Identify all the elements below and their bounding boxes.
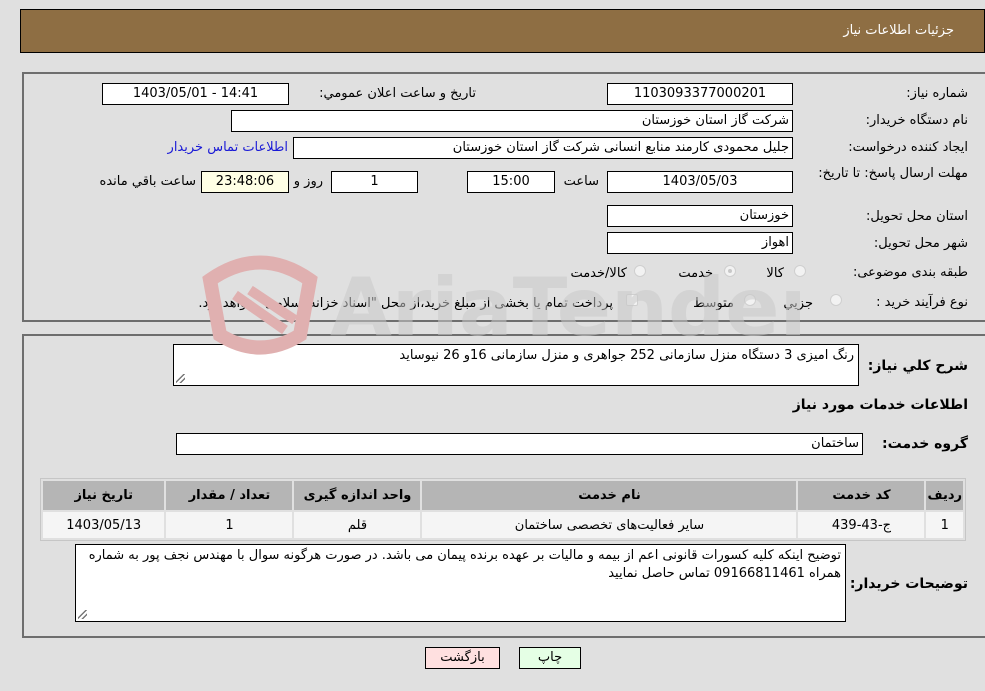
summary-textarea[interactable]: رنگ امیزی 3 دستگاه منزل سازمانی 252 جواه… bbox=[173, 344, 859, 386]
province-label: استان محل تحویل: bbox=[866, 209, 968, 224]
col-header-unit: واحد اندازه گیری bbox=[294, 481, 421, 510]
process-option-minor: جزيي bbox=[783, 296, 813, 311]
col-header-quantity: تعداد / مقدار bbox=[166, 481, 293, 510]
days-field[interactable]: 1 bbox=[331, 171, 418, 193]
service-group-field[interactable]: ساختمان bbox=[176, 433, 863, 455]
requester-field[interactable]: جلیل محمودی کارمند منابع انسانی شرکت گاز… bbox=[293, 137, 793, 159]
col-header-service-name: نام خدمت bbox=[422, 481, 797, 510]
city-label: شهر محل تحویل: bbox=[873, 236, 968, 251]
buyer-notes-textarea[interactable]: توضیح اینکه کلیه کسورات قانونی اعم از بی… bbox=[75, 544, 846, 622]
treasury-checkbox[interactable] bbox=[626, 294, 638, 306]
need-number-field[interactable]: 1103093377000201 bbox=[607, 83, 793, 105]
buyer-notes-label: توضیحات خریدار: bbox=[849, 576, 968, 592]
category-radio-service[interactable] bbox=[724, 265, 736, 277]
cell-quantity: 1 bbox=[166, 512, 293, 538]
deadline-time-field[interactable]: 15:00 bbox=[467, 171, 555, 193]
cell-service-name: سایر فعالیت‌های تخصصی ساختمان bbox=[422, 512, 797, 538]
services-table: ردیف کد خدمت نام خدمت واحد اندازه گیری ت… bbox=[40, 478, 966, 541]
announce-label: تاریخ و ساعت اعلان عمومي: bbox=[319, 86, 476, 101]
process-label: نوع فرآیند خرید : bbox=[876, 295, 968, 310]
print-button[interactable]: چاپ bbox=[519, 647, 581, 669]
category-option-goods: کالا bbox=[766, 266, 784, 281]
process-option-medium: متوسط bbox=[693, 296, 734, 311]
province-field[interactable]: خوزستان bbox=[607, 205, 793, 227]
category-radio-goods-service[interactable] bbox=[634, 265, 646, 277]
resize-grip-icon[interactable] bbox=[176, 374, 185, 383]
summary-label: شرح کلي نیاز: bbox=[867, 358, 968, 374]
category-label: طبقه بندی موضوعی: bbox=[852, 265, 968, 280]
deadline-label: مهلت ارسال پاسخ: تا تاریخ: bbox=[818, 166, 968, 181]
remaining-label: ساعت باقي مانده bbox=[99, 174, 196, 189]
cell-row-no: 1 bbox=[926, 512, 963, 538]
deadline-date-field[interactable]: 1403/05/03 bbox=[607, 171, 793, 193]
col-header-row-no: ردیف bbox=[926, 481, 963, 510]
cell-need-date: 1403/05/13 bbox=[43, 512, 165, 538]
buyer-org-field[interactable]: شرکت گاز استان خوزستان bbox=[231, 110, 793, 132]
announce-field[interactable]: 1403/05/01 - 14:41 bbox=[102, 83, 289, 105]
service-group-label: گروه خدمت: bbox=[882, 436, 968, 452]
col-header-need-date: تاریخ نیاز bbox=[43, 481, 165, 510]
category-option-goods-service: کالا/خدمت bbox=[570, 266, 627, 281]
page-title: جزئیات اطلاعات نیاز bbox=[843, 23, 954, 38]
treasury-note: پرداخت تمام یا بخشی از مبلغ خرید،از محل … bbox=[198, 296, 613, 311]
requester-label: ایجاد کننده درخواست: bbox=[848, 140, 968, 155]
process-radio-minor[interactable] bbox=[830, 294, 842, 306]
cell-unit: قلم bbox=[294, 512, 421, 538]
buyer-notes-text: توضیح اینکه کلیه کسورات قانونی اعم از بی… bbox=[88, 548, 841, 581]
buyer-contact-link[interactable]: اطلاعات تماس خریدار bbox=[168, 140, 288, 155]
page-header: جزئیات اطلاعات نیاز bbox=[20, 9, 985, 53]
services-heading: اطلاعات خدمات مورد نیاز bbox=[792, 397, 968, 413]
remaining-time-field: 23:48:06 bbox=[201, 171, 289, 193]
category-option-service: خدمت bbox=[678, 266, 713, 281]
resize-grip-icon[interactable] bbox=[78, 610, 87, 619]
buyer-org-label: نام دستگاه خریدار: bbox=[865, 113, 968, 128]
table-header-row: ردیف کد خدمت نام خدمت واحد اندازه گیری ت… bbox=[43, 481, 963, 510]
col-header-service-code: کد خدمت bbox=[798, 481, 925, 510]
category-radio-goods[interactable] bbox=[794, 265, 806, 277]
days-label: روز و bbox=[293, 174, 323, 189]
table-row: 1 ج-43-439 سایر فعالیت‌های تخصصی ساختمان… bbox=[43, 512, 963, 538]
back-button[interactable]: بازگشت bbox=[425, 647, 500, 669]
cell-service-code: ج-43-439 bbox=[798, 512, 925, 538]
summary-text: رنگ امیزی 3 دستگاه منزل سازمانی 252 جواه… bbox=[399, 348, 854, 363]
city-field[interactable]: اهواز bbox=[607, 232, 793, 254]
need-number-label: شماره نیاز: bbox=[906, 86, 968, 101]
process-radio-medium[interactable] bbox=[744, 294, 756, 306]
deadline-time-label: ساعت bbox=[563, 174, 599, 189]
